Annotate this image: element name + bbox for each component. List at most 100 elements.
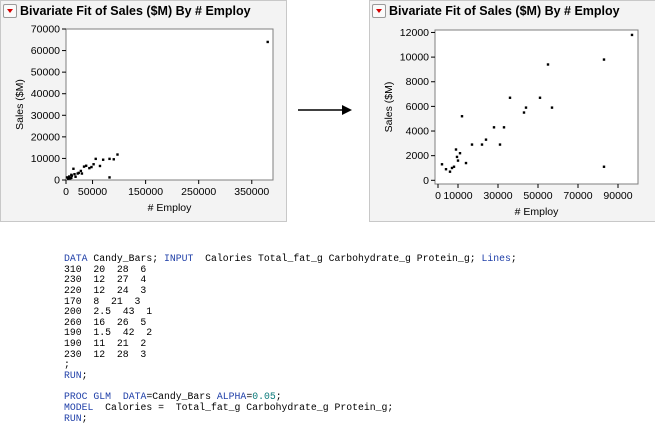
code-text: 310 20 28 6: [64, 263, 147, 275]
red-triangle-menu-icon[interactable]: [3, 4, 17, 18]
y-tick-label: 40000: [31, 88, 60, 100]
data-point: [470, 143, 474, 146]
y-tick-label: 6000: [406, 101, 430, 113]
plot-frame: [434, 29, 639, 185]
data-point: [440, 163, 444, 166]
data-point: [538, 96, 542, 99]
x-tick-label: 250000: [181, 186, 216, 198]
data-point: [498, 143, 502, 146]
data-point: [80, 172, 84, 175]
data-point: [72, 167, 75, 170]
y-tick-label: 8000: [406, 76, 430, 88]
code-text: =Candy_Bars: [146, 391, 217, 403]
sas-code-block: DATA Candy_Bars; INPUT Calories Total_fa…: [64, 253, 517, 425]
code-text: Calories Total_fat_g Carbohydrate_g Prot…: [193, 253, 482, 264]
code-line: RUN;: [64, 412, 517, 425]
left-panel-title: Bivariate Fit of Sales ($M) By # Employ: [20, 4, 251, 18]
x-tick-label: 0: [435, 190, 441, 202]
x-tick-label: 10000: [443, 190, 472, 202]
y-tick-label: 2000: [406, 150, 430, 162]
data-point: [98, 164, 102, 168]
code-text: ;: [275, 391, 282, 403]
code-text: ;: [64, 359, 70, 371]
x-tick-label: 0: [63, 186, 69, 198]
y-tick-label: 50000: [31, 67, 60, 79]
data-point: [602, 58, 606, 61]
y-tick-label: 0: [54, 175, 60, 187]
data-point: [94, 157, 97, 161]
y-tick-label: 12000: [400, 27, 429, 39]
x-tick-label: 50000: [78, 186, 107, 198]
right-panel-title: Bivariate Fit of Sales ($M) By # Employ: [389, 4, 620, 18]
data-point: [456, 159, 460, 162]
x-tick-label: 90000: [603, 190, 632, 202]
plot-frame: [65, 28, 274, 181]
data-point: [464, 161, 468, 165]
x-tick-label: 150000: [128, 186, 163, 198]
code-keyword: RUN: [64, 370, 82, 382]
data-point: [79, 169, 83, 173]
code-text: 220 12 24 3: [64, 284, 147, 296]
data-point: [73, 172, 76, 176]
code-keyword: INPUT: [163, 253, 194, 264]
data-point: [82, 165, 86, 168]
data-point: [74, 175, 77, 178]
code-text: Candy_Bars;: [87, 253, 164, 264]
code-text: 230 12 28 3: [64, 348, 147, 360]
y-tick-label: 4000: [406, 126, 430, 138]
data-point: [266, 40, 269, 44]
left-fit-panel: Bivariate Fit of Sales ($M) By # Employ …: [0, 0, 287, 222]
data-point: [88, 166, 91, 170]
right-panel-header: Bivariate Fit of Sales ($M) By # Employ: [372, 3, 620, 19]
code-keyword: MODEL: [64, 401, 94, 413]
right-fit-panel: Bivariate Fit of Sales ($M) By # Employ …: [369, 0, 655, 222]
y-tick-label: 10000: [400, 52, 429, 64]
red-triangle-menu-icon[interactable]: [372, 4, 386, 18]
data-point: [458, 152, 462, 155]
y-tick-label: 30000: [31, 110, 60, 122]
data-point: [508, 96, 512, 99]
data-point: [550, 106, 554, 109]
data-point: [70, 174, 74, 177]
code-text: Calories = Total_fat_g Carbohydrate_g Pr…: [93, 401, 394, 413]
code-keyword: Lines: [481, 253, 511, 264]
data-point: [84, 164, 88, 167]
right-scatter-chart: 0200040006000800010000120000 10000 30000 50…: [383, 27, 639, 218]
code-line: ;: [64, 360, 517, 371]
y-axis-label: Sales ($M): [14, 79, 26, 130]
data-point: [90, 165, 93, 169]
code-text: ;: [81, 412, 88, 424]
code-text: 230 12 27 4: [64, 274, 147, 286]
data-point: [455, 155, 459, 159]
code-text: 170 8 21 3: [64, 295, 141, 307]
code-text: ;: [510, 253, 517, 264]
x-tick-label: 70000: [563, 190, 592, 202]
code-text: 190 11 21 2: [64, 338, 147, 350]
code-line: RUN;: [64, 370, 517, 382]
data-point: [108, 176, 111, 179]
left-panel-header: Bivariate Fit of Sales ($M) By # Employ: [3, 3, 251, 19]
left-scatter-chart: 0 10000 20000 30000 40000 50000 60000 70000 0 500…: [14, 24, 274, 214]
x-axis-label: # Employ: [148, 202, 193, 214]
code-keyword: PROC GLM: [64, 391, 112, 403]
data-point: [108, 157, 111, 161]
code-text: 190 1.5 42 2: [64, 327, 153, 339]
code-number: 0.05: [252, 391, 276, 403]
code-keyword: RUN: [64, 412, 82, 424]
data-point: [444, 168, 448, 171]
y-tick-label: 20000: [31, 131, 60, 143]
data-point: [524, 106, 528, 109]
data-point: [101, 158, 105, 161]
data-point: [460, 115, 464, 118]
code-keyword: DATA: [122, 391, 147, 403]
code-keyword: ALPHA: [216, 391, 247, 403]
x-tick-label: 50000: [523, 190, 552, 202]
data-point: [70, 176, 73, 180]
x-tick-label: 350000: [234, 186, 269, 198]
data-point: [522, 111, 526, 114]
x-tick-label: 30000: [483, 190, 512, 202]
data-point: [602, 165, 606, 168]
code-text: 260 16 26 5: [64, 316, 147, 328]
y-tick-label: 70000: [31, 24, 60, 36]
